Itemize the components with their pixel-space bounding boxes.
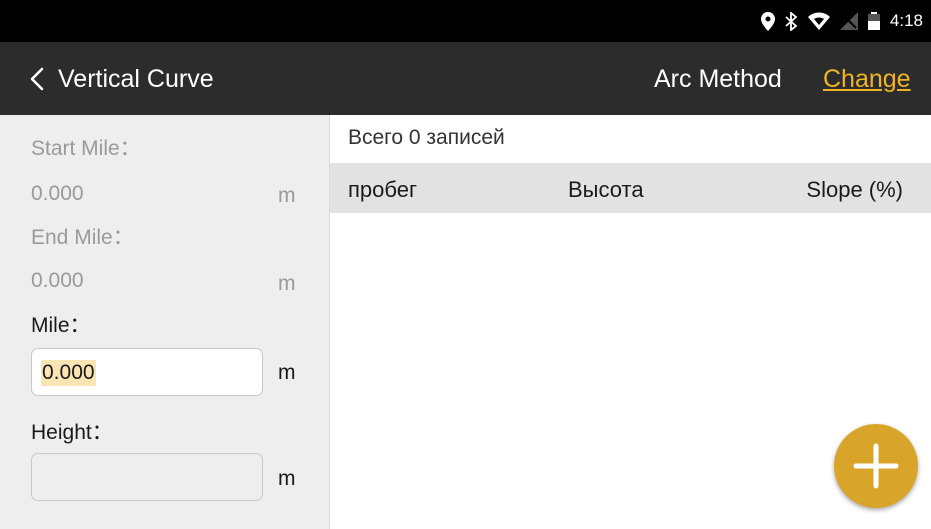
end-mile-value: 0.000 [31,269,84,292]
start-mile-unit: m [278,184,296,207]
column-header-slope: Slope (%) [806,177,903,202]
bluetooth-icon [785,11,798,31]
plus-icon[interactable] [853,443,899,489]
curve-parameters-panel: Start Mile： 0.000 m End Mile： 0.000 m Mi… [0,115,330,529]
height-label: Height： [31,421,113,444]
location-icon [760,11,775,31]
battery-icon [867,12,880,30]
height-unit: m [278,467,296,490]
status-bar: 4:18 [0,0,931,42]
method-label: Arc Method [654,65,782,93]
records-count: Всего 0 записей [348,126,505,149]
end-mile-unit: m [278,272,296,295]
mile-input-value[interactable]: 0.000 [41,360,96,386]
start-mile-value: 0.000 [31,182,84,205]
end-mile-label: End Mile： [31,226,134,249]
status-icons: 4:18 [760,11,923,31]
mile-unit: m [278,361,296,384]
change-method-link[interactable]: Change [823,64,911,94]
app-bar: Vertical Curve Arc Method Change [0,42,931,115]
status-time: 4:18 [889,11,923,30]
chevron-left-icon[interactable] [30,67,44,91]
height-input[interactable] [31,453,263,501]
no-signal-icon [839,12,858,30]
records-summary: Всего 0 записей [330,115,931,163]
add-record-button[interactable] [834,424,918,508]
mile-label: Mile： [31,314,91,337]
table-header: пробег Высота Slope (%) [330,163,931,213]
back-button[interactable] [26,64,48,94]
column-header-height: Высота [568,177,644,202]
wifi-icon [807,12,830,30]
column-header-mileage: пробег [348,177,417,202]
page-title: Vertical Curve [58,65,214,93]
mile-input[interactable]: 0.000 [31,348,263,396]
start-mile-label: Start Mile： [31,137,141,160]
